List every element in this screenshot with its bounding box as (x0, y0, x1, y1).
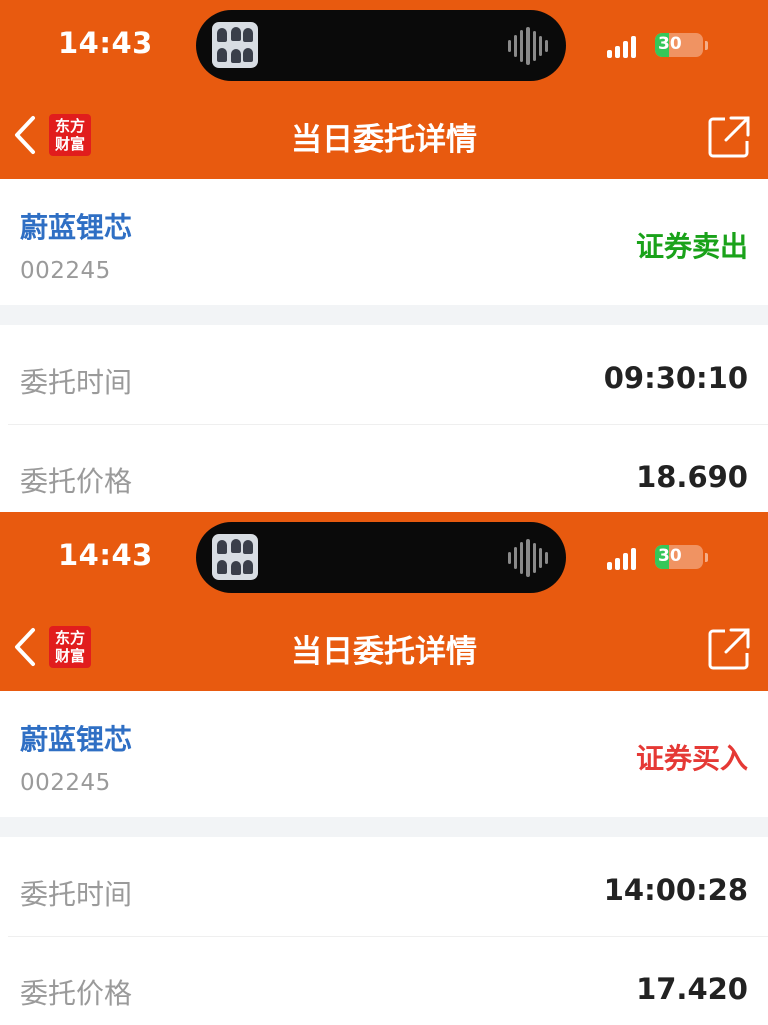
battery-icon: 30 (655, 33, 703, 57)
row-value: 09:30:10 (603, 361, 748, 395)
row-label: 委托价格 (20, 465, 133, 498)
media-thumbnail (212, 534, 258, 580)
row-value: 14:00:28 (603, 873, 748, 907)
audio-wave-icon (508, 27, 548, 65)
battery-level: 30 (658, 546, 682, 566)
detail-row-order-time: 委托时间 14:00:28 (0, 839, 768, 937)
row-divider (8, 424, 768, 425)
cellular-signal-icon (607, 546, 645, 570)
share-external-icon (708, 628, 750, 670)
order-detail-panel-buy: 14:43 30 东方 财富 当日委托详情 蔚蓝锂芯 002245 证券买入 委… (0, 512, 768, 1025)
detail-row-order-price: 委托价格 17.420 (0, 938, 768, 1025)
detail-row-order-time: 委托时间 09:30:10 (0, 327, 768, 425)
order-detail-panel-sell: 14:43 30 东方 财富 当日委托详情 蔚蓝锂芯 002245 证券卖出 委… (0, 0, 768, 512)
share-button[interactable] (707, 115, 751, 159)
media-thumbnail (212, 22, 258, 68)
row-label: 委托时间 (20, 366, 133, 399)
stock-code: 002245 (20, 258, 111, 284)
app-logo: 东方 财富 (49, 114, 91, 156)
back-button[interactable] (6, 624, 46, 670)
app-logo: 东方 财富 (49, 626, 91, 668)
page-title: 当日委托详情 (291, 634, 477, 670)
stock-card: 蔚蓝锂芯 002245 证券买入 (0, 691, 768, 817)
app-header: 14:43 30 东方 财富 当日委托详情 (0, 0, 768, 179)
order-direction: 证券买入 (635, 742, 748, 775)
battery-tip (705, 41, 708, 50)
share-button[interactable] (707, 627, 751, 671)
row-value: 17.420 (636, 972, 748, 1006)
stock-name[interactable]: 蔚蓝锂芯 (20, 718, 132, 758)
section-divider (0, 305, 768, 325)
dynamic-island[interactable] (196, 10, 566, 81)
stock-card: 蔚蓝锂芯 002245 证券卖出 (0, 179, 768, 305)
chevron-left-icon (15, 628, 35, 666)
section-divider (0, 817, 768, 837)
row-label: 委托时间 (20, 878, 133, 911)
stock-code: 002245 (20, 770, 111, 796)
row-value: 18.690 (636, 460, 748, 494)
cellular-signal-icon (607, 34, 645, 58)
row-divider (8, 936, 768, 937)
battery-level: 30 (658, 34, 682, 54)
battery-icon: 30 (655, 545, 703, 569)
app-header: 14:43 30 东方 财富 当日委托详情 (0, 512, 768, 691)
detail-row-order-price: 委托价格 18.690 (0, 426, 768, 512)
status-time: 14:43 (58, 538, 153, 572)
order-direction: 证券卖出 (635, 230, 748, 263)
stock-name[interactable]: 蔚蓝锂芯 (20, 206, 132, 246)
dynamic-island[interactable] (196, 522, 566, 593)
battery-tip (705, 553, 708, 562)
audio-wave-icon (508, 539, 548, 577)
row-label: 委托价格 (20, 977, 133, 1010)
share-external-icon (708, 116, 750, 158)
status-time: 14:43 (58, 26, 153, 60)
back-button[interactable] (6, 112, 46, 158)
chevron-left-icon (15, 116, 35, 154)
page-title: 当日委托详情 (291, 122, 477, 158)
